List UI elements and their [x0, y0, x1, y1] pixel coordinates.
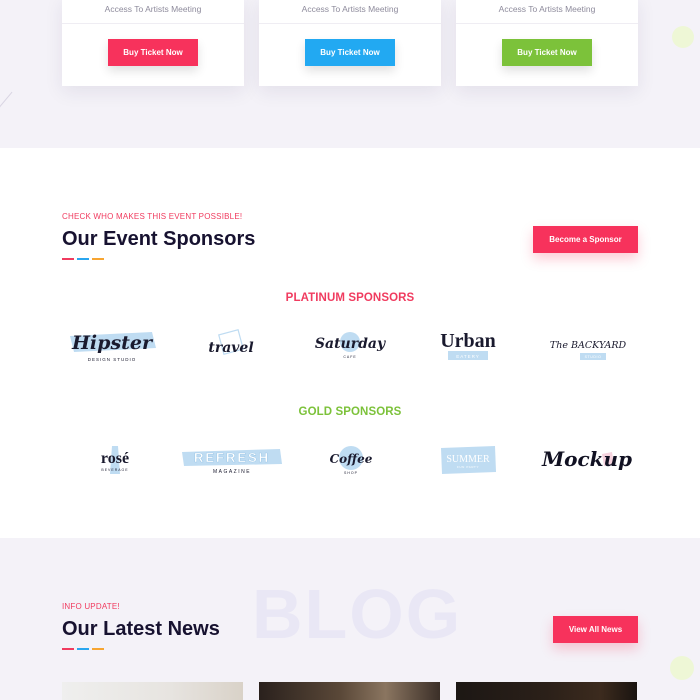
backyard-logo[interactable]: The BACKYARD STUDIO — [550, 324, 626, 368]
become-sponsor-button[interactable]: Become a Sponsor — [533, 226, 638, 253]
rose-logo[interactable]: rosé BEVERAGE — [88, 438, 142, 482]
title-highlight: Sponsors — [163, 228, 256, 250]
decorative-dot — [670, 656, 694, 680]
logo-name: rosé — [101, 450, 129, 467]
coffee-logo[interactable]: Coffee SHOP — [322, 438, 380, 482]
logo-tagline: BEVERAGE — [101, 468, 128, 472]
logo-tagline: SHOP — [344, 471, 358, 475]
logo-name: Hipster — [71, 332, 154, 354]
logo-name: The BACKYARD — [550, 340, 627, 351]
section-eyebrow: INFO UPDATE! — [62, 602, 120, 611]
logo-name: SUMMER — [446, 454, 490, 465]
news-thumbnail[interactable] — [456, 682, 637, 700]
urban-logo[interactable]: Urban EATERY — [432, 324, 504, 368]
logo-tagline: FUN PARTY — [457, 465, 479, 469]
title-plain: Our Event — [62, 228, 164, 250]
title-dashes — [62, 258, 106, 261]
mockup-logo[interactable]: Mockup — [540, 438, 634, 482]
refresh-logo[interactable]: REFRESH MAGAZINE — [178, 438, 286, 482]
logo-name: Mockup — [541, 447, 632, 471]
logo-name: Coffee — [330, 452, 373, 466]
summer-logo[interactable]: SUMMER FUN PARTY — [436, 438, 500, 482]
section-title: Our Latest News — [62, 618, 221, 641]
news-thumbnail[interactable] — [62, 682, 243, 700]
divider — [62, 23, 244, 24]
ghost-background-text: BLOG — [252, 575, 463, 653]
logo-tagline: MAGAZINE — [213, 469, 251, 475]
blog-section: BLOG INFO UPDATE! Our Latest News View A… — [0, 538, 700, 700]
logo-name: travel — [208, 340, 253, 356]
buy-ticket-button[interactable]: Buy Ticket Now — [305, 39, 395, 66]
logo-name: Saturday — [315, 336, 386, 352]
title-plain: Our Latest — [62, 618, 168, 640]
section-title: Our Event Sponsors — [62, 228, 256, 251]
gold-title: GOLD SPONSORS — [298, 406, 402, 418]
title-highlight: News — [167, 618, 221, 640]
pricing-card-1: Access To Artists Meeting Buy Ticket Now — [62, 0, 244, 86]
logo-name: REFRESH — [194, 450, 270, 465]
divider — [456, 23, 638, 24]
buy-ticket-button[interactable]: Buy Ticket Now — [108, 39, 198, 66]
pricing-feature: Access To Artists Meeting — [301, 4, 399, 14]
hipster-logo[interactable]: Hipster DESIGN STUDIO — [62, 324, 162, 368]
decorative-dot — [672, 26, 694, 48]
divider — [259, 23, 441, 24]
logo-name: Urban — [440, 330, 496, 352]
pricing-section: Access To Artists Meeting Buy Ticket Now… — [0, 0, 700, 148]
news-thumbnail[interactable] — [259, 682, 440, 700]
decorative-line — [0, 91, 13, 110]
logo-tagline: EATERY — [456, 354, 480, 359]
view-all-news-button[interactable]: View All News — [553, 616, 638, 643]
saturday-logo[interactable]: Saturday CAFE — [310, 324, 390, 368]
pricing-feature: Access To Artists Meeting — [498, 4, 596, 14]
logo-tagline: STUDIO — [585, 355, 602, 359]
buy-ticket-button[interactable]: Buy Ticket Now — [502, 39, 592, 66]
platinum-title: PLATINUM SPONSORS — [285, 292, 415, 304]
logo-tagline: CAFE — [343, 355, 356, 359]
pricing-card-2: Access To Artists Meeting Buy Ticket Now — [259, 0, 441, 86]
sponsors-section: CHECK WHO MAKES THIS EVENT POSSIBLE! Our… — [0, 148, 700, 538]
pricing-feature: Access To Artists Meeting — [104, 4, 202, 14]
travel-logo[interactable]: travel — [196, 324, 266, 368]
pricing-card-3: Access To Artists Meeting Buy Ticket Now — [456, 0, 638, 86]
section-eyebrow: CHECK WHO MAKES THIS EVENT POSSIBLE! — [62, 212, 243, 221]
logo-tagline: DESIGN STUDIO — [88, 357, 137, 362]
title-dashes — [62, 648, 106, 651]
